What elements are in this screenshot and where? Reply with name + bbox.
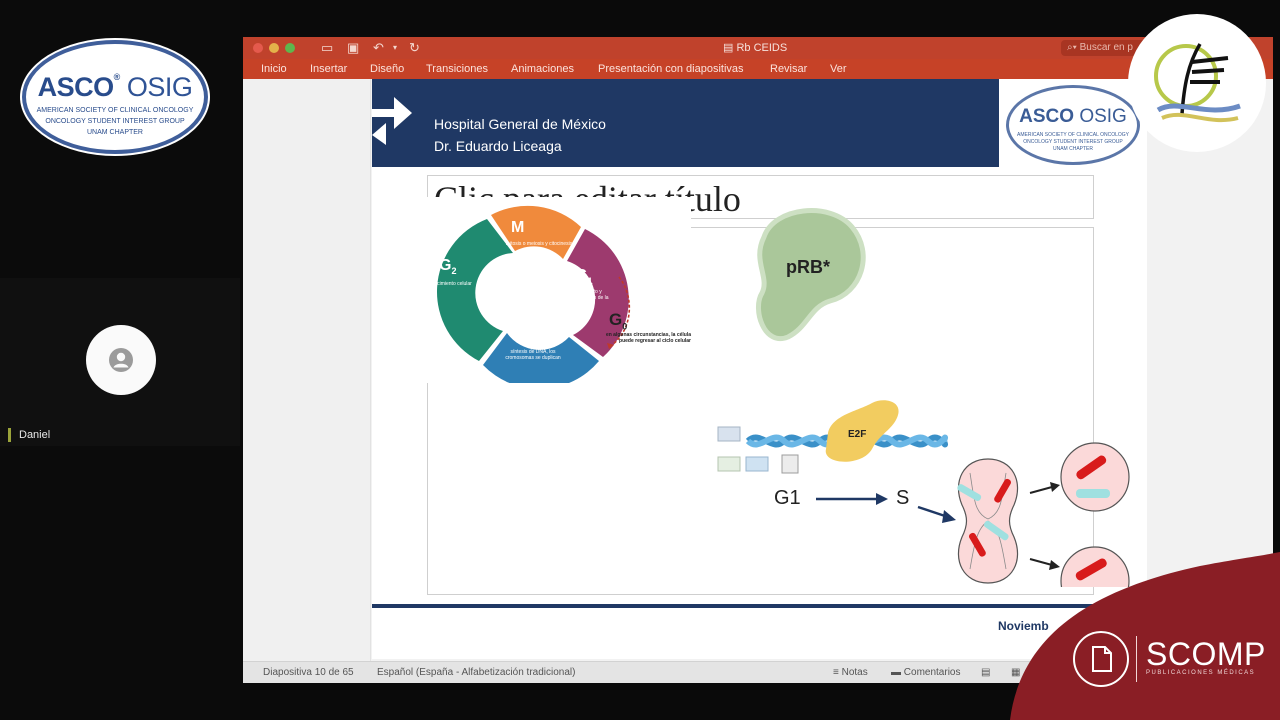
search-icon: ⌕▾: [1067, 42, 1077, 53]
feather-logo-icon: [1154, 43, 1241, 123]
asco-line3: UNAM CHAPTER: [86, 129, 143, 136]
slide-header-banner: Hospital General de México Dr. Eduardo L…: [372, 79, 999, 167]
phase-s-note: síntesis de DNA, los cromosomas se dupli…: [505, 349, 561, 361]
avatar: [86, 325, 156, 395]
phase-m-note: mitosis o meiosis y citocinesis: [505, 241, 573, 247]
document-title: ▤ Rb CEIDS: [723, 42, 788, 54]
comments-button[interactable]: ▬ Comentarios: [891, 667, 960, 679]
cell-cycle-diagram[interactable]: M mitosis o meiosis y citocinesis G1 cre…: [423, 197, 691, 383]
notes-button[interactable]: ≡ Notas: [833, 667, 868, 679]
phase-s-label: S: [523, 331, 534, 348]
save-icon[interactable]: ▣: [347, 40, 359, 56]
tab-ver[interactable]: Ver: [830, 63, 847, 76]
maximize-window-button[interactable]: [285, 43, 295, 53]
phase-g2-note: crecimiento celular: [430, 281, 472, 287]
asco-line1: AMERICAN SOCIETY OF CLINICAL ONCOLOGY: [36, 107, 194, 114]
language-indicator[interactable]: Español (España - Alfabetización tradici…: [377, 667, 575, 679]
phase-g1-label: G1: [575, 267, 593, 287]
minimize-window-button[interactable]: [269, 43, 279, 53]
video-call-stage: Daniel ASCO® OSIG AMERICAN SOCIETY OF CL…: [0, 0, 1280, 720]
undo-icon[interactable]: ↶: [373, 40, 384, 56]
redo-icon[interactable]: ↻: [409, 40, 420, 56]
user-icon: [109, 348, 133, 372]
g1-label: G1: [774, 487, 801, 509]
picture-online-icon: [745, 456, 769, 472]
close-window-button[interactable]: [253, 43, 263, 53]
scomp-tagline: PUBLICACIONES MÉDICAS: [1146, 670, 1256, 676]
picture-insert-icon: [717, 456, 741, 472]
asco-logo-text: ASCO® OSIG: [37, 72, 193, 102]
slide-thumbnails-pane[interactable]: [243, 79, 371, 661]
asco-slide-logo: ASCO OSIG AMERICAN SOCIETY OF CLINICAL O…: [1006, 85, 1140, 165]
normal-view-icon[interactable]: ▤: [981, 667, 990, 679]
phase-g0-note: en algunas circunstancias, la célula pue…: [605, 332, 691, 344]
tab-revisar[interactable]: Revisar: [770, 63, 807, 76]
asco-slide-line1: AMERICAN SOCIETY OF CLINICAL ONCOLOGY: [1017, 132, 1129, 138]
asco-slide-line3: UNAM CHAPTER: [1052, 146, 1093, 152]
phase-m-label: M: [511, 219, 525, 236]
s-phase-label: S: [896, 487, 910, 509]
scomp-divider: [1136, 636, 1137, 682]
ribbon-tabs: Inicio Insertar Diseño Transiciones Anim…: [243, 59, 1273, 79]
sidebar-toggle-icon[interactable]: ▭: [321, 40, 333, 56]
scomp-wordmark: SCOMP: [1146, 636, 1266, 672]
tab-insertar[interactable]: Insertar: [310, 63, 347, 76]
e2f-label: E2F: [848, 429, 867, 440]
asco-osig-logo: ASCO® OSIG AMERICAN SOCIETY OF CLINICAL …: [22, 40, 208, 154]
prb-e2f-figure: [717, 208, 1130, 616]
video-insert-icon: [781, 454, 799, 474]
scomp-document-icon: [1073, 631, 1129, 687]
window-titlebar: ▭ ▣ ↶ ▾ ↻ ▤ Rb CEIDS ⌕▾ Buscar en p: [243, 37, 1273, 59]
hospital-name: Hospital General de México: [434, 116, 606, 132]
tab-presentacion[interactable]: Presentación con diapositivas: [598, 63, 744, 76]
tab-transiciones[interactable]: Transiciones: [426, 63, 488, 76]
tab-diseno[interactable]: Diseño: [370, 63, 404, 76]
table-insert-icon: [717, 426, 741, 442]
document-icon: ▤: [723, 42, 734, 54]
tab-inicio[interactable]: Inicio: [261, 63, 287, 76]
undo-dropdown-icon[interactable]: ▾: [393, 40, 397, 56]
notes-icon: ≡: [833, 667, 839, 678]
daughter-cell-top: [1060, 442, 1130, 512]
phase-g1-note: crecimiento y diferenciación de la célul…: [565, 289, 609, 307]
tab-animaciones[interactable]: Animaciones: [511, 63, 574, 76]
hospital-subtitle: Dr. Eduardo Liceaga: [434, 138, 562, 154]
asco-slide-line2: ONCOLOGY STUDENT INTEREST GROUP: [1023, 139, 1123, 145]
phase-g2-label: G2: [439, 257, 457, 277]
phase-g0-label: G0: [609, 310, 628, 332]
asco-line2: ONCOLOGY STUDENT INTEREST GROUP: [45, 118, 185, 125]
prb-label: pRB*: [786, 257, 830, 277]
asco-slide-logo-text: ASCO OSIG: [1019, 106, 1127, 127]
slide-counter: Diapositiva 10 de 65: [263, 667, 354, 678]
hospital-logo-icon: [372, 79, 416, 167]
prb-e2f-diagram[interactable]: pRB* E2F G1 S: [712, 197, 1132, 616]
participant-name: Daniel: [8, 428, 50, 442]
comment-icon: ▬: [891, 667, 901, 678]
institution-logo: [1128, 14, 1266, 152]
